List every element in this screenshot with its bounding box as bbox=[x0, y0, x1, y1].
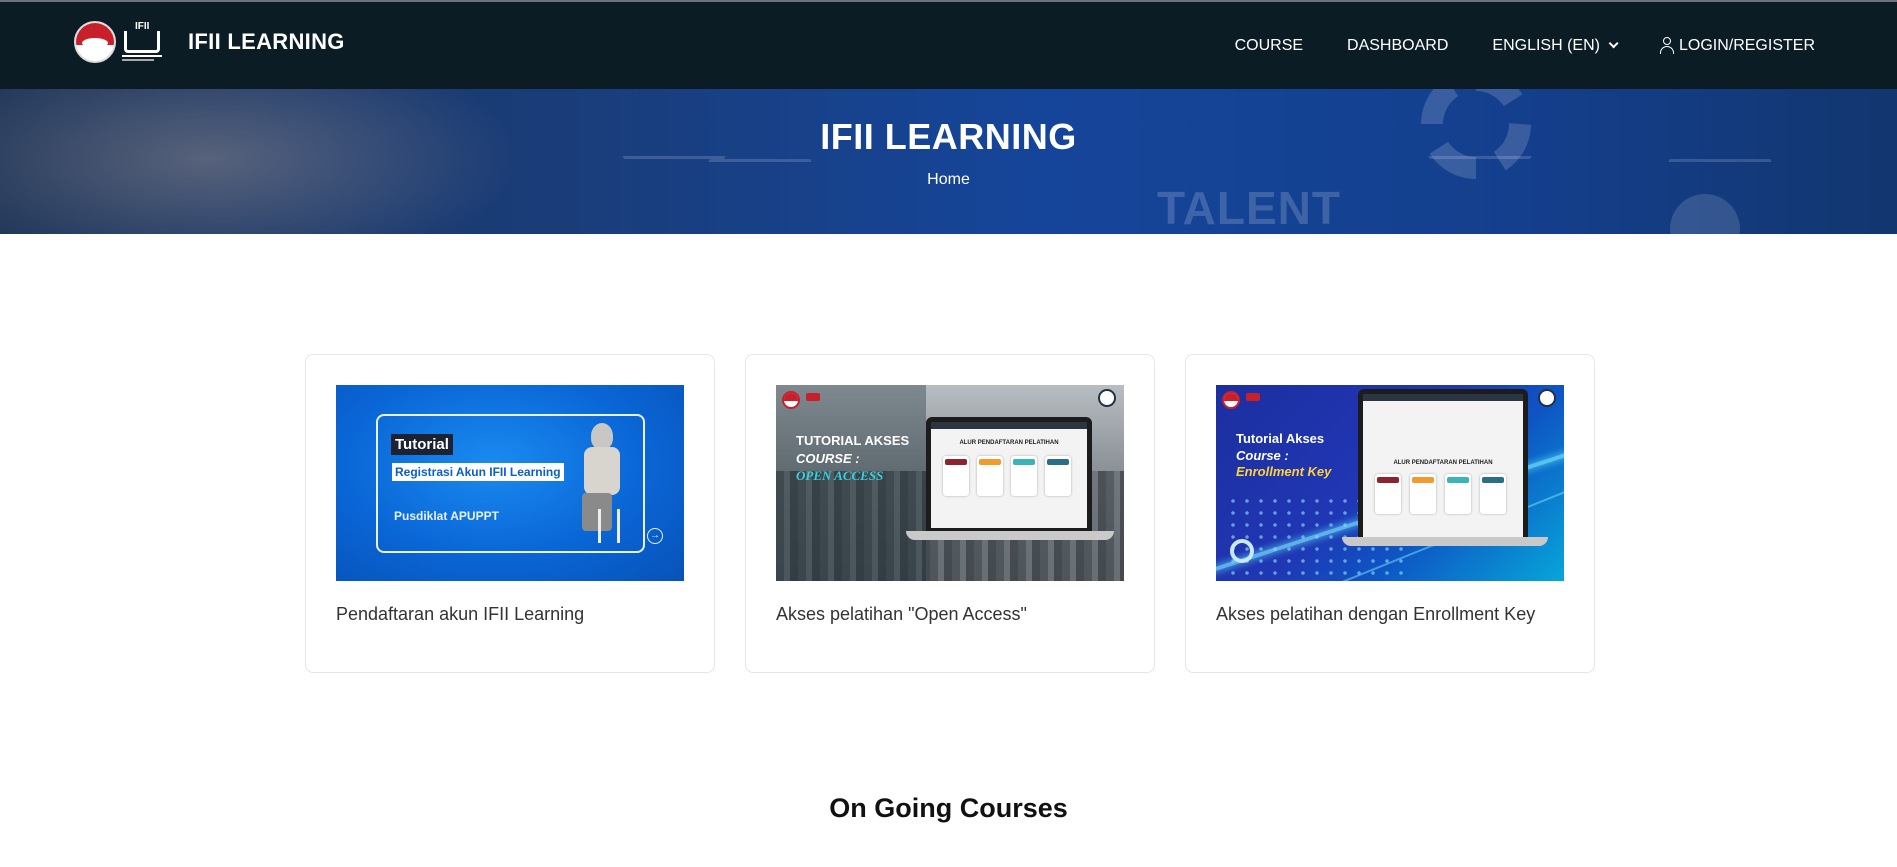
navbar: IFII IFII LEARNING COURSE DASHBOARD ENGL… bbox=[0, 2, 1897, 89]
card-title[interactable]: Pendaftaran akun IFII Learning bbox=[336, 604, 584, 625]
tutorial-card[interactable]: Tutorial Registrasi Akun IFII Learning P… bbox=[305, 354, 715, 673]
breadcrumb: Home bbox=[0, 171, 1897, 189]
thumb-label: Registrasi Akun IFII Learning bbox=[392, 463, 564, 481]
thumb-label: Enrollment Key bbox=[1236, 464, 1332, 479]
avatar-figure bbox=[591, 423, 613, 449]
brand-tag bbox=[1246, 393, 1260, 401]
thumb-label: Pusdiklat APUPPT bbox=[394, 509, 499, 523]
hero-hand-image bbox=[0, 89, 520, 234]
ifii-logo bbox=[1538, 389, 1556, 407]
card-thumbnail[interactable]: Tutorial Registrasi Akun IFII Learning P… bbox=[336, 385, 684, 581]
laptop-screen: ALUR PENDAFTARAN PELATIHAN bbox=[926, 417, 1092, 531]
language-label: ENGLISH (EN) bbox=[1492, 36, 1600, 54]
ifii-logo: IFII bbox=[120, 21, 164, 63]
ministry-logo bbox=[782, 391, 800, 409]
ifii-logo bbox=[1098, 389, 1116, 407]
hero-banner: TALENT IFII LEARNING Home bbox=[0, 89, 1897, 234]
tutorial-card[interactable]: TUTORIAL AKSES COURSE : OPEN ACCESS ALUR… bbox=[745, 354, 1155, 673]
user-icon bbox=[1659, 37, 1675, 54]
breadcrumb-home[interactable]: Home bbox=[927, 171, 970, 188]
card-thumbnail[interactable]: TUTORIAL AKSES COURSE : OPEN ACCESS ALUR… bbox=[776, 385, 1124, 581]
card-thumbnail[interactable]: Tutorial Akses Course : Enrollment Key A… bbox=[1216, 385, 1564, 581]
nav-course[interactable]: COURSE bbox=[1235, 37, 1303, 55]
language-dropdown[interactable]: ENGLISH (EN) bbox=[1492, 36, 1619, 55]
brand-tag bbox=[806, 393, 820, 401]
screen-title: ALUR PENDAFTARAN PELATIHAN bbox=[1393, 460, 1493, 466]
ring-shape bbox=[1230, 539, 1254, 563]
avatar-figure-body bbox=[584, 447, 620, 495]
card-title[interactable]: Akses pelatihan dengan Enrollment Key bbox=[1216, 604, 1535, 625]
laptop-base bbox=[1342, 537, 1548, 546]
screen-title: ALUR PENDAFTARAN PELATIHAN bbox=[959, 440, 1059, 446]
thumb-label: Tutorial bbox=[391, 434, 453, 455]
ministry-logo bbox=[1222, 391, 1240, 409]
thumb-label: Tutorial Akses bbox=[1236, 431, 1325, 446]
ongoing-courses-title: On Going Courses bbox=[829, 793, 1068, 823]
chevron-down-icon bbox=[1608, 38, 1619, 49]
nav-dashboard[interactable]: DASHBOARD bbox=[1347, 37, 1448, 55]
brand[interactable]: IFII IFII LEARNING bbox=[74, 21, 345, 63]
laptop-screen: ALUR PENDAFTARAN PELATIHAN bbox=[1358, 389, 1528, 541]
arrow-right-icon: → bbox=[647, 528, 663, 544]
page-title: IFII LEARNING bbox=[820, 116, 1077, 157]
laptop-base bbox=[906, 531, 1114, 540]
stool-shape bbox=[598, 509, 620, 543]
login-register-label: LOGIN/REGISTER bbox=[1678, 36, 1815, 54]
tutorial-card[interactable]: Tutorial Akses Course : Enrollment Key A… bbox=[1185, 354, 1595, 673]
ministry-logo bbox=[74, 21, 116, 63]
card-title[interactable]: Akses pelatihan "Open Access" bbox=[776, 604, 1027, 625]
thumb-label: OPEN ACCESS bbox=[796, 468, 884, 483]
brand-name[interactable]: IFII LEARNING bbox=[188, 29, 345, 55]
main-nav: COURSE DASHBOARD ENGLISH (EN) LOGIN/REGI… bbox=[1191, 2, 1815, 89]
thumb-label: Course : bbox=[1236, 448, 1289, 463]
thumb-label: COURSE : bbox=[796, 451, 860, 466]
login-register-link[interactable]: LOGIN/REGISTER bbox=[1659, 37, 1815, 55]
thumb-label: TUTORIAL AKSES bbox=[796, 433, 910, 448]
